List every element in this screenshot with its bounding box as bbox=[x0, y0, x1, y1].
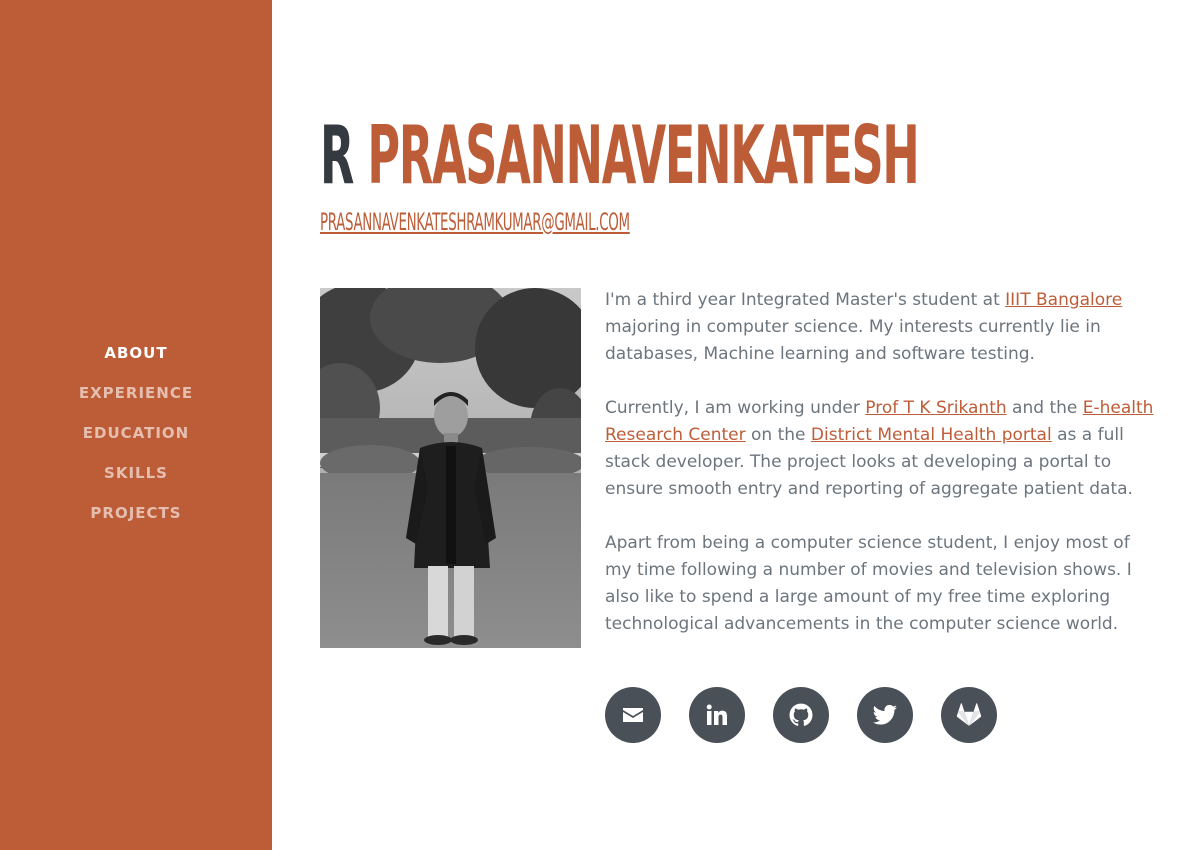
profile-photo-image bbox=[320, 288, 581, 648]
nav-link-projects[interactable]: Projects bbox=[90, 504, 181, 522]
twitter-button[interactable] bbox=[857, 687, 913, 743]
twitter-icon bbox=[872, 704, 897, 725]
gitlab-icon bbox=[956, 703, 982, 726]
email-link[interactable]: prasannavenkateshramkumar@gmail.com bbox=[320, 204, 630, 240]
github-icon bbox=[789, 703, 813, 726]
envelope-icon bbox=[623, 708, 643, 722]
nav-item-experience: Experience bbox=[0, 380, 272, 420]
nav-link-education[interactable]: Education bbox=[83, 424, 189, 442]
sidebar: About Experience Education Skills Projec… bbox=[0, 0, 272, 850]
sidebar-nav: About Experience Education Skills Projec… bbox=[0, 340, 272, 540]
linkedin-icon bbox=[706, 704, 727, 725]
bio-text: on the bbox=[745, 425, 811, 445]
nav-item-about: About bbox=[0, 340, 272, 380]
iiit-bangalore-link[interactable]: IIIT Bangalore bbox=[1005, 290, 1122, 310]
nav-link-about[interactable]: About bbox=[104, 344, 167, 362]
page-title: R Prasannavenkatesh bbox=[320, 108, 920, 204]
nav-item-projects: Projects bbox=[0, 500, 272, 540]
nav-item-education: Education bbox=[0, 420, 272, 460]
bio-text: Currently, I am working under bbox=[605, 398, 866, 418]
prof-srikanth-link[interactable]: Prof T K Srikanth bbox=[865, 398, 1006, 418]
bio-text: I'm a third year Integrated Master's stu… bbox=[605, 290, 1006, 310]
mental-health-portal-link[interactable]: District Mental Health portal bbox=[811, 425, 1052, 445]
nav-link-experience[interactable]: Experience bbox=[79, 384, 193, 402]
nav-item-skills: Skills bbox=[0, 460, 272, 500]
about-section: R Prasannavenkatesh prasannavenkateshram… bbox=[320, 0, 1170, 850]
profile-photo bbox=[320, 288, 581, 648]
nav-link-skills[interactable]: Skills bbox=[104, 464, 168, 482]
bio-text: majoring in computer science. My interes… bbox=[605, 317, 1101, 364]
last-name: Prasannavenkatesh bbox=[367, 109, 919, 202]
first-name: R bbox=[320, 109, 354, 202]
bio-paragraph-1: I'm a third year Integrated Master's stu… bbox=[605, 287, 1160, 368]
email-social-button[interactable] bbox=[605, 687, 661, 743]
linkedin-button[interactable] bbox=[689, 687, 745, 743]
bio: I'm a third year Integrated Master's stu… bbox=[605, 287, 1160, 665]
gitlab-button[interactable] bbox=[941, 687, 997, 743]
bio-text: and the bbox=[1006, 398, 1083, 418]
social-icons bbox=[605, 687, 1025, 743]
bio-paragraph-3: Apart from being a computer science stud… bbox=[605, 533, 1132, 634]
github-button[interactable] bbox=[773, 687, 829, 743]
bio-paragraph-2: Currently, I am working under Prof T K S… bbox=[605, 395, 1160, 503]
